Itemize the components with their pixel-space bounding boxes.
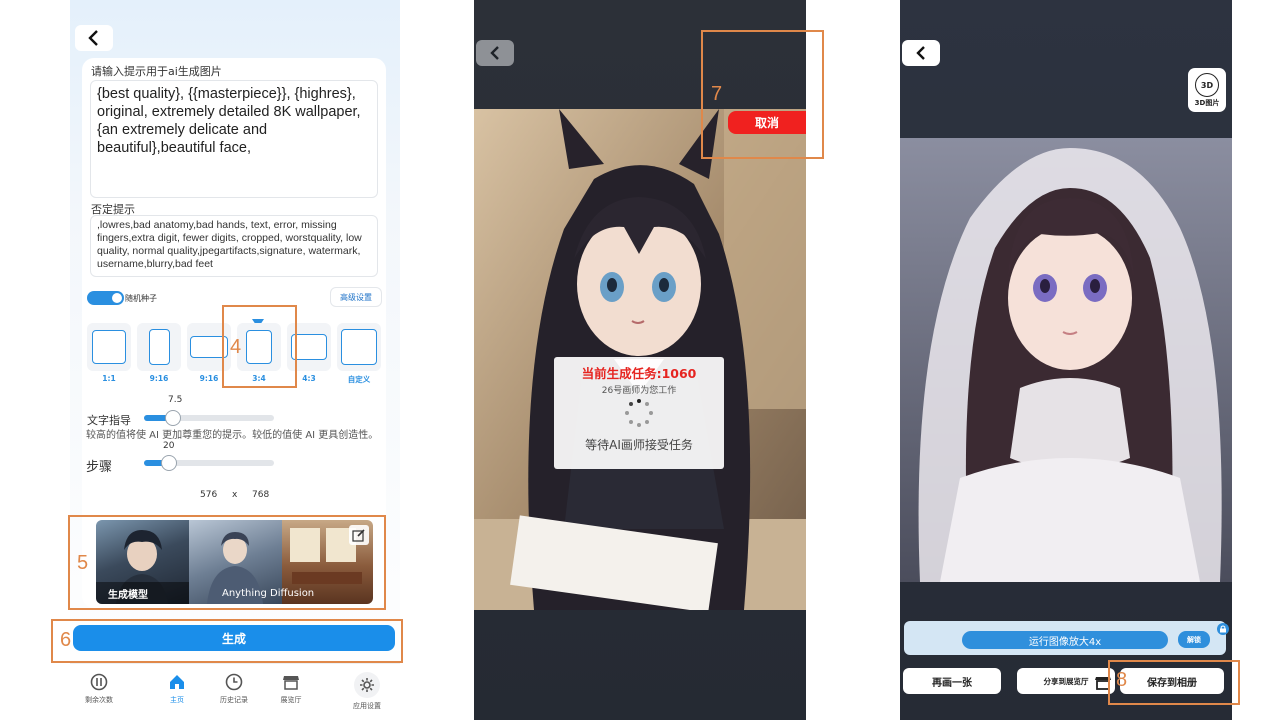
nav-item-remaining[interactable]: 剩余次数 bbox=[74, 672, 124, 705]
steps-value: 20 bbox=[163, 441, 175, 451]
guidance-description: 较高的值将使 AI 更加尊重您的提示。较低的值使 AI 更具创造性。 bbox=[86, 430, 379, 441]
rotate-3d-icon: 3D bbox=[1195, 73, 1219, 97]
guidance-slider[interactable] bbox=[144, 410, 274, 426]
steps-slider-handle[interactable] bbox=[161, 455, 177, 471]
steps-slider[interactable] bbox=[144, 455, 274, 471]
task-status-card: 当前生成任务:1060 26号画师为您工作 等待AI画师接受任务 bbox=[554, 357, 724, 469]
bottom-navigation: 剩余次数 主页 历史记录 展览厅 应用设置 bbox=[70, 663, 400, 720]
annotation-number: 4 bbox=[230, 336, 242, 358]
random-seed-label: 随机种子 bbox=[125, 294, 157, 303]
random-seed-toggle[interactable] bbox=[87, 291, 124, 305]
view-3d-label: 3D图片 bbox=[1194, 99, 1220, 107]
result-screen: 3D 3D图片 运行图像放大4x 解锁 再画一张 分享到展览厅 保存到相册 bbox=[900, 0, 1232, 720]
ratio-label: 9:16 bbox=[149, 374, 169, 383]
lock-icon bbox=[1217, 623, 1229, 635]
guidance-value: 7.5 bbox=[168, 395, 183, 405]
annotation-number: 8 bbox=[1116, 669, 1128, 691]
nav-label: 展览厅 bbox=[280, 696, 302, 704]
nav-label: 历史记录 bbox=[220, 696, 248, 704]
home-icon bbox=[167, 672, 187, 692]
annotation-box bbox=[51, 619, 403, 663]
chevron-left-icon bbox=[88, 30, 98, 46]
guidance-slider-handle[interactable] bbox=[165, 410, 181, 426]
annotation-box bbox=[1108, 660, 1240, 705]
waiting-message: 等待AI画师接受任务 bbox=[585, 438, 693, 452]
loading-spinner-icon bbox=[625, 399, 653, 427]
ratio-option-custom[interactable] bbox=[337, 323, 381, 371]
nav-label: 剩余次数 bbox=[85, 696, 113, 704]
ratio-option-9-16[interactable] bbox=[137, 323, 181, 371]
bride-illustration bbox=[900, 138, 1232, 582]
nav-item-settings[interactable]: 应用设置 bbox=[342, 672, 392, 711]
result-image bbox=[900, 138, 1232, 582]
task-number: 当前生成任务:1060 bbox=[581, 366, 697, 381]
annotation-box bbox=[68, 515, 386, 610]
annotation-number: 6 bbox=[60, 629, 72, 651]
upscale-panel: 运行图像放大4x 解锁 bbox=[904, 621, 1229, 655]
clock-icon bbox=[224, 672, 244, 692]
upscale-button[interactable]: 运行图像放大4x bbox=[962, 631, 1168, 649]
ratio-label: 1:1 bbox=[102, 374, 116, 383]
prompt-label: 请输入提示用于ai生成图片 bbox=[91, 65, 222, 78]
height-value: 768 bbox=[252, 490, 270, 500]
store-icon bbox=[281, 672, 301, 692]
nav-item-history[interactable]: 历史记录 bbox=[209, 672, 259, 705]
painter-status: 26号画师为您工作 bbox=[601, 386, 677, 396]
back-button[interactable] bbox=[75, 25, 113, 51]
chevron-left-icon bbox=[490, 46, 499, 60]
unlock-button[interactable]: 解锁 bbox=[1178, 631, 1210, 648]
steps-label: 步骤 bbox=[86, 460, 113, 475]
gear-icon bbox=[354, 672, 380, 698]
nav-label: 应用设置 bbox=[353, 702, 381, 710]
dimension-separator: x bbox=[232, 490, 238, 500]
redraw-button[interactable]: 再画一张 bbox=[903, 668, 1001, 694]
coin-icon bbox=[89, 672, 109, 692]
ratio-option-1-1[interactable] bbox=[87, 323, 131, 371]
nav-item-home[interactable]: 主页 bbox=[152, 672, 202, 705]
toggle-knob bbox=[112, 293, 122, 303]
annotation-number: 7 bbox=[711, 83, 723, 105]
back-button[interactable] bbox=[902, 40, 940, 66]
annotation-number: 5 bbox=[77, 552, 89, 574]
nav-label: 主页 bbox=[170, 696, 184, 704]
preview-image: 当前生成任务:1060 26号画师为您工作 等待AI画师接受任务 bbox=[474, 109, 806, 610]
nav-item-gallery[interactable]: 展览厅 bbox=[266, 672, 316, 705]
negative-prompt-input[interactable]: ,lowres,bad anatomy,bad hands, text, err… bbox=[90, 215, 378, 277]
ratio-label: 自定义 bbox=[347, 375, 371, 384]
view-3d-button[interactable]: 3D 3D图片 bbox=[1188, 68, 1226, 112]
back-button[interactable] bbox=[476, 40, 514, 66]
width-value: 576 bbox=[200, 490, 218, 500]
prompt-input[interactable]: {best quality}, {{masterpiece}}, {highre… bbox=[90, 80, 378, 198]
chevron-left-icon bbox=[916, 46, 925, 60]
advanced-settings-button[interactable]: 高级设置 bbox=[330, 287, 382, 307]
